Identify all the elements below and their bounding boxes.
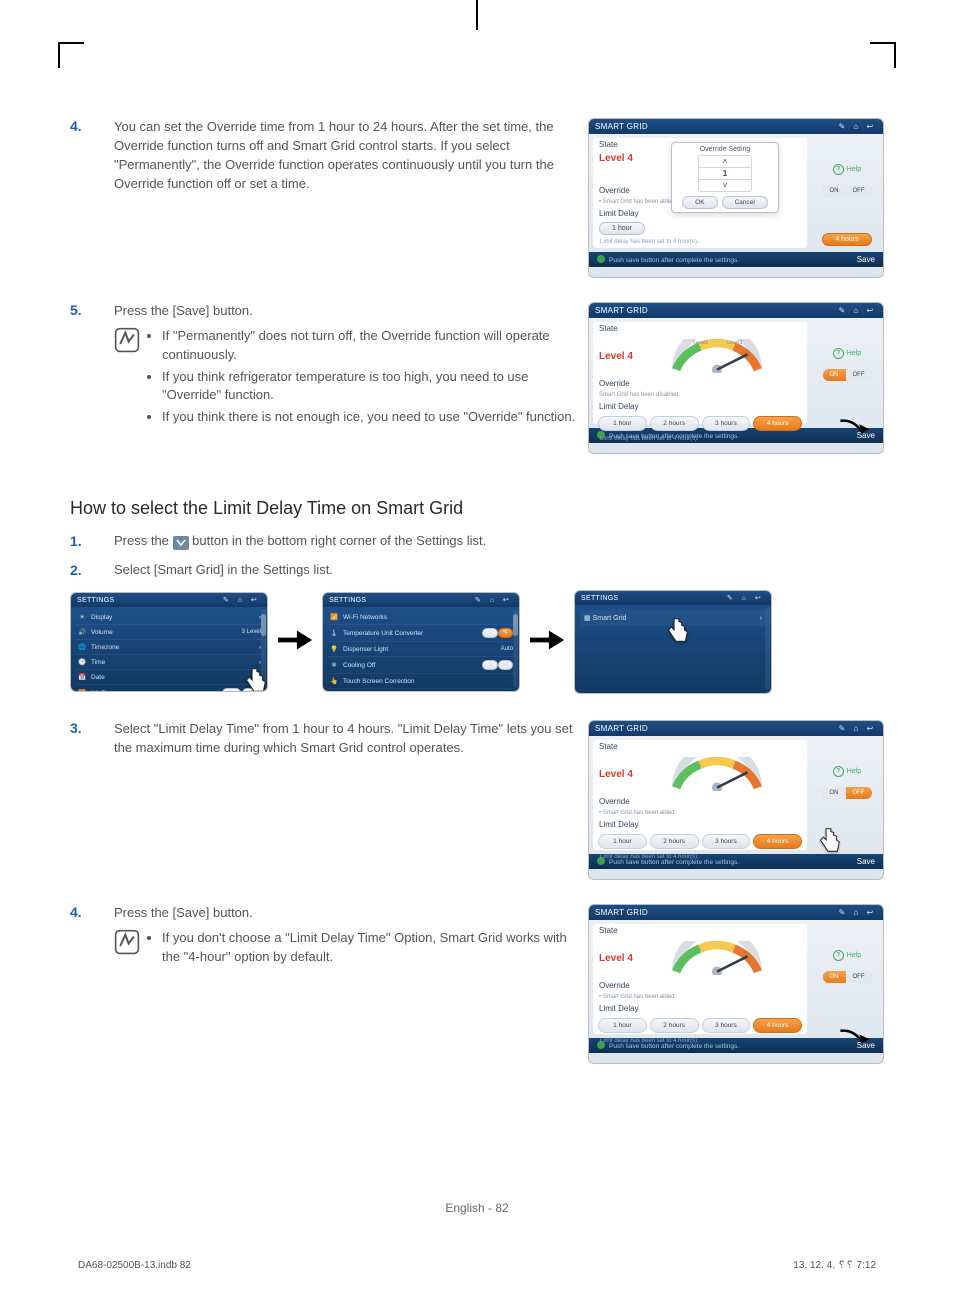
help-link[interactable]: Help — [833, 164, 861, 175]
step-number: 3. — [70, 720, 114, 880]
figure-limit-save: SMART GRID✎⌂↩ State Level 4 Override • S… — [588, 904, 884, 1064]
figure-limit-select: SMART GRID✎⌂↩ State Level 4 Override • S… — [588, 720, 884, 880]
panel-title: SMART GRID — [595, 122, 648, 131]
arrow-right-icon — [528, 628, 566, 657]
svg-text:Level2: Level2 — [693, 340, 708, 346]
arrow-to-save-icon — [837, 1027, 871, 1057]
back-icon: ↩ — [863, 122, 877, 131]
hand-pointer-icon — [661, 615, 691, 647]
save-button[interactable]: Save — [857, 255, 875, 264]
settings-screen-1: SETTINGS✎⌂↩ ☀Display› 🔊Volume3 Level 🌐Ti… — [70, 592, 268, 692]
arrow-right-icon — [276, 628, 314, 657]
step-text: Select [Smart Grid] in the Settings list… — [114, 562, 333, 578]
note-list: If "Permanently" does not turn off, the … — [146, 327, 576, 430]
limit-options[interactable]: 1 hour2 hours3 hours4 hours — [593, 413, 807, 434]
limitdelay-label: Limit Delay — [599, 209, 639, 218]
step-number: 4. — [70, 904, 114, 1064]
override-status: • Smart Grid has been abled. — [599, 199, 676, 205]
chevron-down-icon: ˅ — [699, 180, 751, 191]
override-toggle[interactable]: ONOFF — [823, 185, 872, 197]
settings-sequence: SETTINGS✎⌂↩ ☀Display› 🔊Volume3 Level 🌐Ti… — [70, 590, 884, 694]
step-text: Press the [Save] button. — [114, 904, 576, 923]
limit-1h[interactable]: 1 hour — [599, 222, 645, 235]
limit-hint: Limit delay has been set to 4 hour(s). — [593, 237, 807, 247]
override-setting-popup: Override Setting ˄ 1 ˅ OK Cancel — [671, 142, 779, 213]
override-hours-stepper[interactable]: ˄ 1 ˅ — [698, 155, 752, 192]
override-label: Override — [599, 186, 630, 195]
level-gauge: Level2 Level3 — [662, 339, 772, 373]
chevron-down-icon — [173, 536, 189, 550]
cancel-button[interactable]: Cancel — [722, 196, 768, 209]
ok-button[interactable]: OK — [682, 196, 717, 209]
figure-save: SMART GRID✎⌂↩ State Level 4 Level2Level3… — [588, 302, 884, 454]
step-text: Press the [Save] button. — [114, 302, 576, 321]
popup-title: Override Setting — [700, 146, 751, 153]
hand-pointer-icon — [813, 825, 843, 857]
figure-override-popup: SMART GRID ✎⌂↩ State Level 4 Override • … — [588, 118, 884, 278]
chevron-up-icon: ˄ — [699, 156, 751, 167]
step-number: 2. — [70, 562, 114, 578]
step-number: 5. — [70, 302, 114, 454]
note-list: If you don't choose a "Limit Delay Time"… — [146, 929, 576, 970]
titlebar-icons: ✎⌂↩ — [835, 122, 877, 131]
step-text: You can set the Override time from 1 hou… — [114, 118, 576, 278]
page-footer: English - 82 — [0, 1201, 954, 1215]
hand-pointer-icon — [239, 665, 268, 692]
override-hours-value: 1 — [699, 167, 751, 180]
step-text: Select "Limit Delay Time" from 1 hour to… — [114, 720, 576, 880]
limit-options[interactable]: 1 hour2 hours3 hours4 hours — [593, 831, 807, 852]
step-number: 4. — [70, 118, 114, 278]
arrow-to-save-icon — [837, 417, 871, 447]
state-label: State — [599, 140, 618, 149]
home-icon: ⌂ — [849, 122, 863, 131]
note-icon — [114, 327, 140, 359]
step-text: Press the button in the bottom right cor… — [114, 533, 486, 550]
level-value: Level 4 — [599, 153, 633, 164]
edit-icon: ✎ — [835, 122, 849, 131]
limit-4h-side[interactable]: 4 hours — [822, 233, 871, 246]
doc-footer: DA68-02500B-13.indb 82 13. 12. 4. ␦␦ 7:1… — [78, 1260, 876, 1271]
settings-screen-3: SETTINGS✎⌂↩ ▦ Smart Grid› — [574, 590, 772, 694]
section-title: How to select the Limit Delay Time on Sm… — [70, 498, 884, 519]
step-number: 1. — [70, 533, 114, 550]
svg-text:Level3: Level3 — [727, 340, 742, 346]
note-icon — [114, 929, 140, 961]
footer-hint: Push save button after complete the sett… — [609, 257, 739, 264]
settings-screen-2: SETTINGS✎⌂↩ 📶Wi-Fi Networks 🌡Temperature… — [322, 592, 520, 692]
